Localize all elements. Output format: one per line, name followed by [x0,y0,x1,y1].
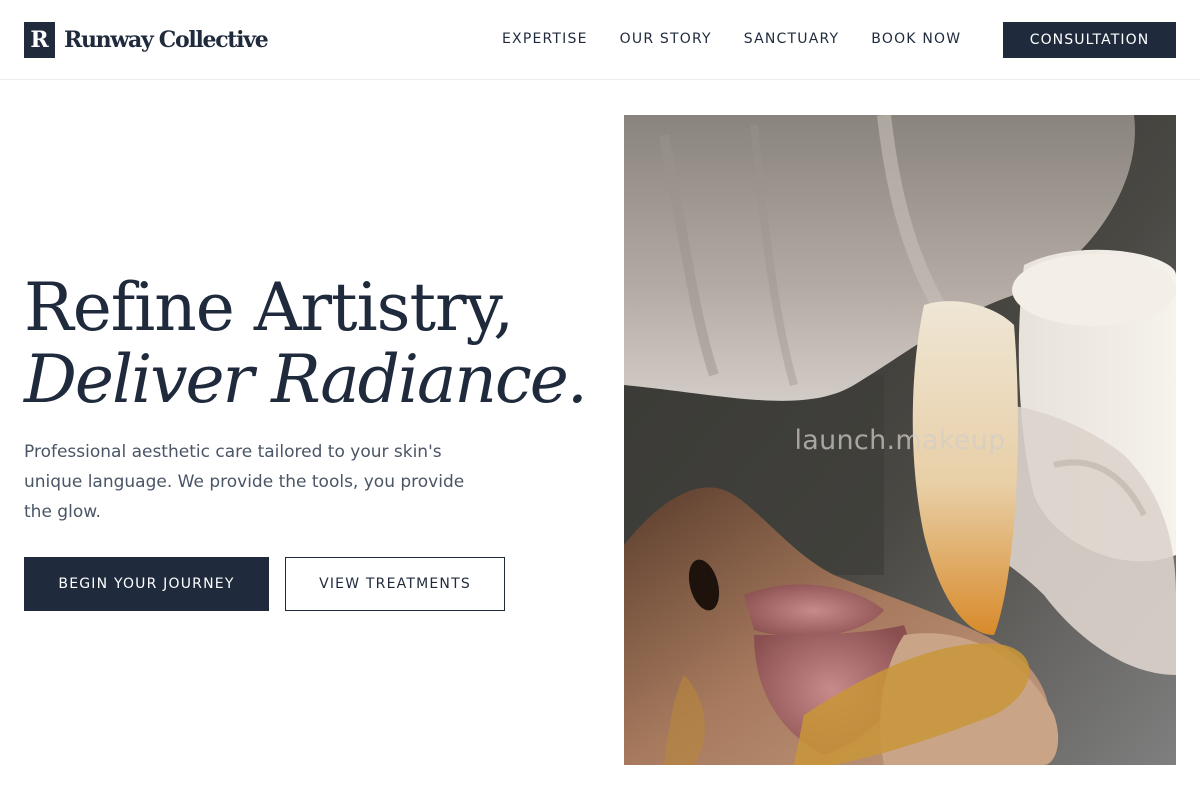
nav-item-our-story[interactable]: OUR STORY [620,31,712,47]
image-watermark: launch.makeup [794,425,1006,456]
nav-item-expertise[interactable]: EXPERTISE [502,31,588,47]
begin-journey-button[interactable]: BEGIN YOUR JOURNEY [24,557,269,611]
consultation-button[interactable]: CONSULTATION [1003,22,1176,58]
hero-title: Refine Artistry, Deliver Radiance. [24,269,588,418]
logo-mark: R [24,22,55,58]
hero-title-line-1: Refine Artistry, [24,269,514,346]
hero-image: launch.makeup [624,115,1176,765]
site-header: R Runway Collective EXPERTISE OUR STORY … [0,0,1200,80]
main-nav: EXPERTISE OUR STORY SANCTUARY BOOK NOW [502,31,961,47]
brand-name: Runway Collective [64,27,269,53]
hero-title-line-2: Deliver Radiance. [24,341,588,418]
view-treatments-button[interactable]: VIEW TREATMENTS [285,557,505,611]
nav-item-sanctuary[interactable]: SANCTUARY [744,31,840,47]
brand-logo[interactable]: R Runway Collective [24,22,269,58]
nav-item-book-now[interactable]: BOOK NOW [871,31,961,47]
hero-description: Professional aesthetic care tailored to … [24,442,465,522]
